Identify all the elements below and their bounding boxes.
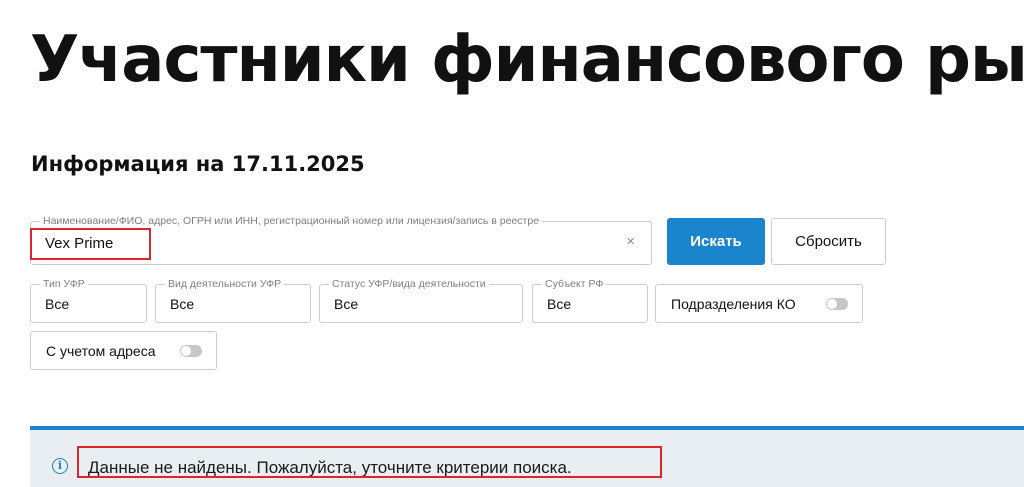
filter-region[interactable]: Субъект РФ Все <box>532 278 648 323</box>
with-address-switch[interactable] <box>180 345 202 357</box>
filter-region-label: Субъект РФ <box>542 278 607 291</box>
filter-region-value: Все <box>547 296 572 312</box>
ko-divisions-label: Подразделения КО <box>671 296 796 312</box>
filter-ufr-type[interactable]: Тип УФР Все <box>30 278 147 323</box>
switch-knob <box>827 299 837 309</box>
result-message-bar: i Данные не найдены. Пожалуйста, уточнит… <box>30 426 1024 487</box>
clear-icon[interactable]: × <box>626 233 635 250</box>
info-date-heading: Информация на 17.11.2025 <box>31 152 365 176</box>
with-address-label: С учетом адреса <box>46 343 156 359</box>
filter-activity-type[interactable]: Вид деятельности УФР Все <box>155 278 311 323</box>
search-field-label: Наименование/ФИО, адрес, ОГРН или ИНН, р… <box>40 215 543 228</box>
reset-button[interactable]: Сбросить <box>771 218 886 265</box>
info-icon: i <box>52 458 68 474</box>
filter-status[interactable]: Статус УФР/вида деятельности Все <box>319 278 523 323</box>
filter-activity-type-label: Вид деятельности УФР <box>165 278 285 291</box>
page: Участники финансового рынка Информация н… <box>0 0 1024 487</box>
with-address-toggle-box[interactable]: С учетом адреса <box>30 331 217 370</box>
page-title: Участники финансового рынка <box>30 23 1024 97</box>
filter-status-value: Все <box>334 296 359 312</box>
filter-activity-type-value: Все <box>170 296 195 312</box>
switch-knob <box>181 346 191 356</box>
search-input[interactable]: Vex Prime <box>45 235 113 252</box>
filter-ufr-type-label: Тип УФР <box>40 278 88 291</box>
ko-divisions-toggle-box[interactable]: Подразделения КО <box>655 284 863 323</box>
search-field[interactable]: Наименование/ФИО, адрес, ОГРН или ИНН, р… <box>30 215 652 265</box>
filter-status-label: Статус УФР/вида деятельности <box>329 278 489 291</box>
filter-ufr-type-value: Все <box>45 296 70 312</box>
ko-divisions-switch[interactable] <box>826 298 848 310</box>
search-button[interactable]: Искать <box>667 218 765 265</box>
result-message: Данные не найдены. Пожалуйста, уточните … <box>88 458 572 477</box>
